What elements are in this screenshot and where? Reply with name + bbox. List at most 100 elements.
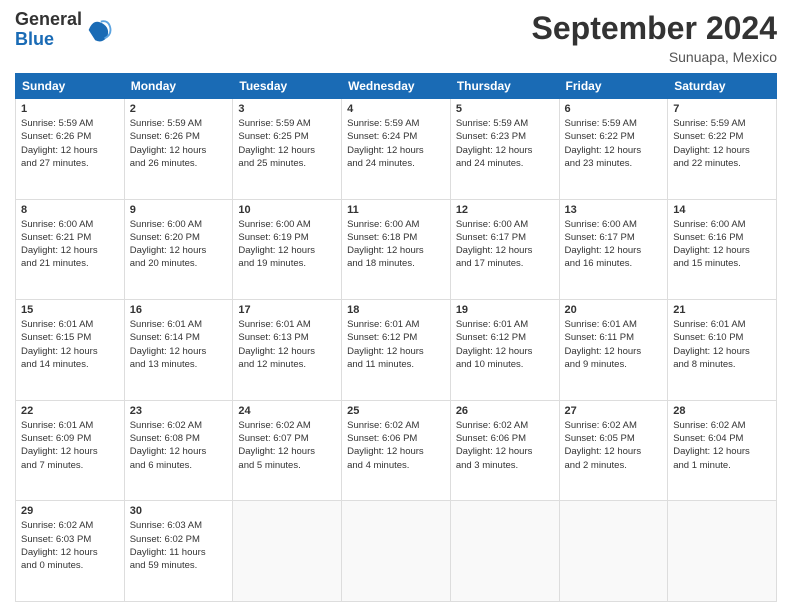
day-info: Sunrise: 5:59 AMSunset: 6:22 PMDaylight:… xyxy=(565,117,663,170)
day-number: 8 xyxy=(21,204,119,216)
calendar-cell xyxy=(668,501,777,602)
calendar-cell: 18 Sunrise: 6:01 AMSunset: 6:12 PMDaylig… xyxy=(342,300,451,401)
calendar-cell xyxy=(450,501,559,602)
calendar-cell: 30 Sunrise: 6:03 AMSunset: 6:02 PMDaylig… xyxy=(124,501,233,602)
day-number: 29 xyxy=(21,505,119,517)
day-number: 13 xyxy=(565,204,663,216)
calendar-cell: 22 Sunrise: 6:01 AMSunset: 6:09 PMDaylig… xyxy=(16,400,125,501)
calendar-cell: 4 Sunrise: 5:59 AMSunset: 6:24 PMDayligh… xyxy=(342,99,451,200)
day-info: Sunrise: 6:02 AMSunset: 6:05 PMDaylight:… xyxy=(565,419,663,472)
day-number: 10 xyxy=(238,204,336,216)
calendar-cell: 25 Sunrise: 6:02 AMSunset: 6:06 PMDaylig… xyxy=(342,400,451,501)
calendar-week-1: 1 Sunrise: 5:59 AMSunset: 6:26 PMDayligh… xyxy=(16,99,777,200)
day-info: Sunrise: 6:01 AMSunset: 6:10 PMDaylight:… xyxy=(673,318,771,371)
calendar-cell xyxy=(342,501,451,602)
calendar-week-4: 22 Sunrise: 6:01 AMSunset: 6:09 PMDaylig… xyxy=(16,400,777,501)
day-number: 18 xyxy=(347,304,445,316)
day-number: 11 xyxy=(347,204,445,216)
calendar-cell: 13 Sunrise: 6:00 AMSunset: 6:17 PMDaylig… xyxy=(559,199,668,300)
calendar-header-wednesday: Wednesday xyxy=(342,74,451,99)
month-title: September 2024 xyxy=(532,10,777,47)
day-number: 22 xyxy=(21,405,119,417)
day-info: Sunrise: 6:03 AMSunset: 6:02 PMDaylight:… xyxy=(130,519,228,572)
calendar-header-thursday: Thursday xyxy=(450,74,559,99)
calendar-cell: 2 Sunrise: 5:59 AMSunset: 6:26 PMDayligh… xyxy=(124,99,233,200)
day-number: 20 xyxy=(565,304,663,316)
day-number: 15 xyxy=(21,304,119,316)
day-number: 16 xyxy=(130,304,228,316)
calendar-cell: 3 Sunrise: 5:59 AMSunset: 6:25 PMDayligh… xyxy=(233,99,342,200)
day-info: Sunrise: 6:01 AMSunset: 6:15 PMDaylight:… xyxy=(21,318,119,371)
calendar-cell: 9 Sunrise: 6:00 AMSunset: 6:20 PMDayligh… xyxy=(124,199,233,300)
calendar-cell: 16 Sunrise: 6:01 AMSunset: 6:14 PMDaylig… xyxy=(124,300,233,401)
calendar-cell: 26 Sunrise: 6:02 AMSunset: 6:06 PMDaylig… xyxy=(450,400,559,501)
logo-text: General Blue xyxy=(15,10,82,50)
day-info: Sunrise: 6:01 AMSunset: 6:13 PMDaylight:… xyxy=(238,318,336,371)
calendar-cell: 7 Sunrise: 5:59 AMSunset: 6:22 PMDayligh… xyxy=(668,99,777,200)
day-info: Sunrise: 5:59 AMSunset: 6:24 PMDaylight:… xyxy=(347,117,445,170)
day-number: 28 xyxy=(673,405,771,417)
day-info: Sunrise: 6:01 AMSunset: 6:12 PMDaylight:… xyxy=(347,318,445,371)
calendar-cell: 21 Sunrise: 6:01 AMSunset: 6:10 PMDaylig… xyxy=(668,300,777,401)
calendar-cell: 1 Sunrise: 5:59 AMSunset: 6:26 PMDayligh… xyxy=(16,99,125,200)
title-block: September 2024 Sunuapa, Mexico xyxy=(532,10,777,65)
day-info: Sunrise: 6:01 AMSunset: 6:09 PMDaylight:… xyxy=(21,419,119,472)
calendar-cell: 8 Sunrise: 6:00 AMSunset: 6:21 PMDayligh… xyxy=(16,199,125,300)
day-number: 9 xyxy=(130,204,228,216)
day-number: 19 xyxy=(456,304,554,316)
calendar-cell: 23 Sunrise: 6:02 AMSunset: 6:08 PMDaylig… xyxy=(124,400,233,501)
day-number: 5 xyxy=(456,103,554,115)
day-number: 17 xyxy=(238,304,336,316)
page: General Blue September 2024 Sunuapa, Mex… xyxy=(0,0,792,612)
calendar-header-sunday: Sunday xyxy=(16,74,125,99)
day-number: 23 xyxy=(130,405,228,417)
calendar-cell: 17 Sunrise: 6:01 AMSunset: 6:13 PMDaylig… xyxy=(233,300,342,401)
day-info: Sunrise: 6:00 AMSunset: 6:18 PMDaylight:… xyxy=(347,218,445,271)
day-number: 7 xyxy=(673,103,771,115)
day-number: 30 xyxy=(130,505,228,517)
day-info: Sunrise: 6:02 AMSunset: 6:04 PMDaylight:… xyxy=(673,419,771,472)
calendar-cell: 20 Sunrise: 6:01 AMSunset: 6:11 PMDaylig… xyxy=(559,300,668,401)
calendar-table: SundayMondayTuesdayWednesdayThursdayFrid… xyxy=(15,73,777,602)
calendar-cell: 5 Sunrise: 5:59 AMSunset: 6:23 PMDayligh… xyxy=(450,99,559,200)
calendar-header-tuesday: Tuesday xyxy=(233,74,342,99)
calendar-cell: 19 Sunrise: 6:01 AMSunset: 6:12 PMDaylig… xyxy=(450,300,559,401)
day-number: 2 xyxy=(130,103,228,115)
day-info: Sunrise: 5:59 AMSunset: 6:25 PMDaylight:… xyxy=(238,117,336,170)
day-info: Sunrise: 6:01 AMSunset: 6:14 PMDaylight:… xyxy=(130,318,228,371)
day-info: Sunrise: 6:02 AMSunset: 6:06 PMDaylight:… xyxy=(347,419,445,472)
header: General Blue September 2024 Sunuapa, Mex… xyxy=(15,10,777,65)
day-info: Sunrise: 6:00 AMSunset: 6:16 PMDaylight:… xyxy=(673,218,771,271)
calendar-header-row: SundayMondayTuesdayWednesdayThursdayFrid… xyxy=(16,74,777,99)
day-info: Sunrise: 6:01 AMSunset: 6:11 PMDaylight:… xyxy=(565,318,663,371)
day-info: Sunrise: 6:00 AMSunset: 6:17 PMDaylight:… xyxy=(456,218,554,271)
calendar-week-2: 8 Sunrise: 6:00 AMSunset: 6:21 PMDayligh… xyxy=(16,199,777,300)
calendar-cell: 6 Sunrise: 5:59 AMSunset: 6:22 PMDayligh… xyxy=(559,99,668,200)
day-number: 3 xyxy=(238,103,336,115)
day-number: 12 xyxy=(456,204,554,216)
calendar-cell: 29 Sunrise: 6:02 AMSunset: 6:03 PMDaylig… xyxy=(16,501,125,602)
day-number: 27 xyxy=(565,405,663,417)
calendar-week-3: 15 Sunrise: 6:01 AMSunset: 6:15 PMDaylig… xyxy=(16,300,777,401)
calendar-header-friday: Friday xyxy=(559,74,668,99)
day-info: Sunrise: 5:59 AMSunset: 6:22 PMDaylight:… xyxy=(673,117,771,170)
day-info: Sunrise: 6:02 AMSunset: 6:07 PMDaylight:… xyxy=(238,419,336,472)
day-info: Sunrise: 5:59 AMSunset: 6:23 PMDaylight:… xyxy=(456,117,554,170)
day-info: Sunrise: 6:02 AMSunset: 6:03 PMDaylight:… xyxy=(21,519,119,572)
day-info: Sunrise: 6:00 AMSunset: 6:21 PMDaylight:… xyxy=(21,218,119,271)
calendar-cell: 27 Sunrise: 6:02 AMSunset: 6:05 PMDaylig… xyxy=(559,400,668,501)
day-info: Sunrise: 6:02 AMSunset: 6:06 PMDaylight:… xyxy=(456,419,554,472)
day-number: 1 xyxy=(21,103,119,115)
day-number: 25 xyxy=(347,405,445,417)
day-number: 26 xyxy=(456,405,554,417)
logo: General Blue xyxy=(15,10,112,50)
calendar-cell xyxy=(233,501,342,602)
logo-icon xyxy=(84,16,112,44)
day-info: Sunrise: 5:59 AMSunset: 6:26 PMDaylight:… xyxy=(130,117,228,170)
calendar-cell xyxy=(559,501,668,602)
day-number: 6 xyxy=(565,103,663,115)
day-info: Sunrise: 6:00 AMSunset: 6:17 PMDaylight:… xyxy=(565,218,663,271)
day-number: 21 xyxy=(673,304,771,316)
calendar-cell: 11 Sunrise: 6:00 AMSunset: 6:18 PMDaylig… xyxy=(342,199,451,300)
day-info: Sunrise: 6:02 AMSunset: 6:08 PMDaylight:… xyxy=(130,419,228,472)
